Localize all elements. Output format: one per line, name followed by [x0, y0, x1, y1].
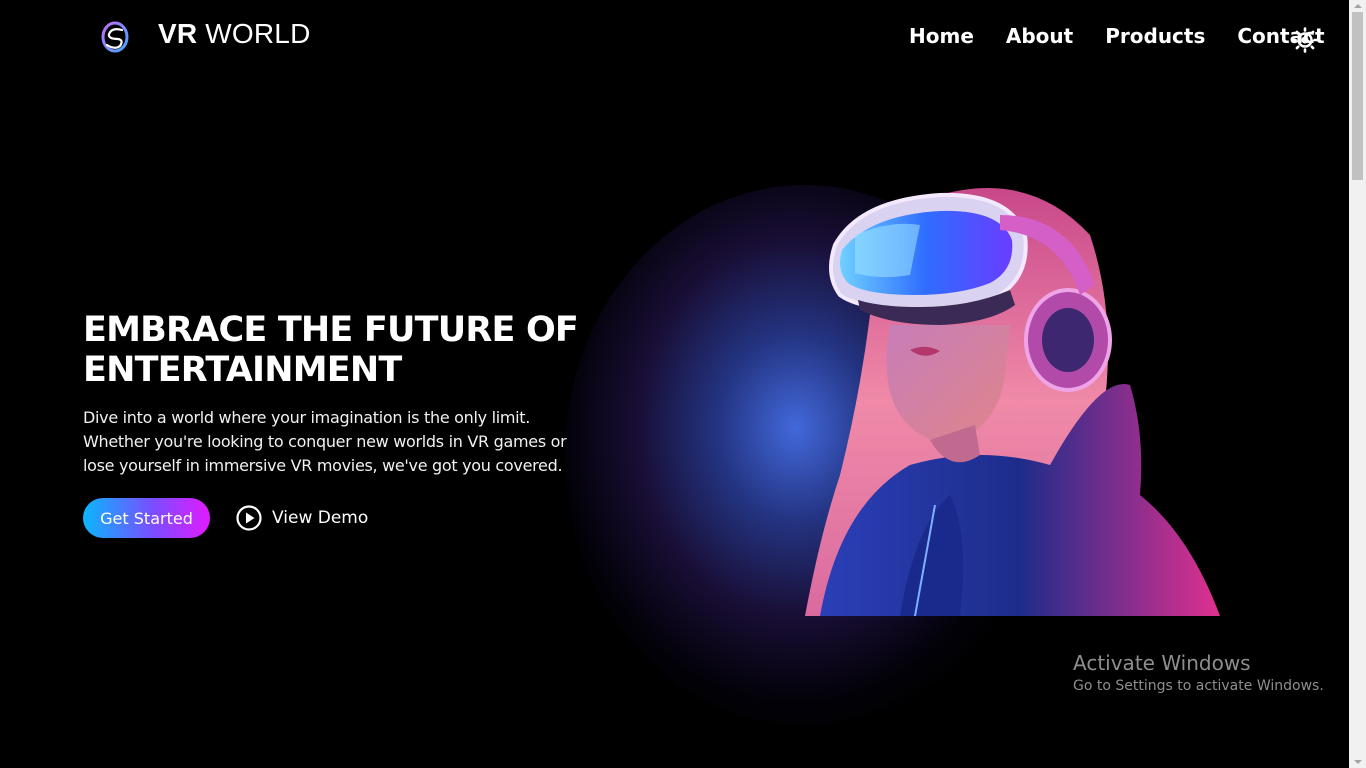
play-circle-icon	[236, 505, 262, 531]
hero-title: EMBRACE THE FUTURE OF ENTERTAINMENT	[83, 310, 579, 390]
watermark-title: Activate Windows	[1073, 651, 1251, 675]
brand-name[interactable]: VR WORLD	[158, 18, 311, 50]
scroll-up-arrow-icon[interactable]	[1349, 0, 1366, 12]
vr-headset-woman-image	[805, 188, 1220, 616]
get-started-button[interactable]: Get Started	[83, 498, 210, 538]
nav-about[interactable]: About	[1006, 24, 1073, 48]
main-nav: Home About Products Contact	[909, 24, 1325, 48]
brand-rest: WORLD	[205, 18, 311, 49]
watermark-subtitle: Go to Settings to activate Windows.	[1073, 678, 1324, 694]
windows-activation-watermark: Activate Windows Go to Settings to activ…	[1073, 652, 1324, 697]
vr-logo-icon[interactable]	[100, 21, 130, 53]
sun-icon[interactable]	[1292, 27, 1318, 53]
brand-bold: VR	[158, 18, 198, 49]
view-demo-button[interactable]: View Demo	[236, 505, 368, 531]
scroll-down-arrow-icon[interactable]	[1349, 756, 1366, 768]
scrollbar-thumb[interactable]	[1352, 12, 1363, 180]
nav-home[interactable]: Home	[909, 24, 974, 48]
hero-description: Dive into a world where your imagination…	[83, 408, 567, 475]
vertical-scrollbar[interactable]	[1349, 0, 1366, 768]
landing-page: VR WORLD Home About Products Contact EMB…	[0, 0, 1349, 768]
nav-products[interactable]: Products	[1105, 24, 1205, 48]
view-demo-label: View Demo	[272, 508, 369, 528]
